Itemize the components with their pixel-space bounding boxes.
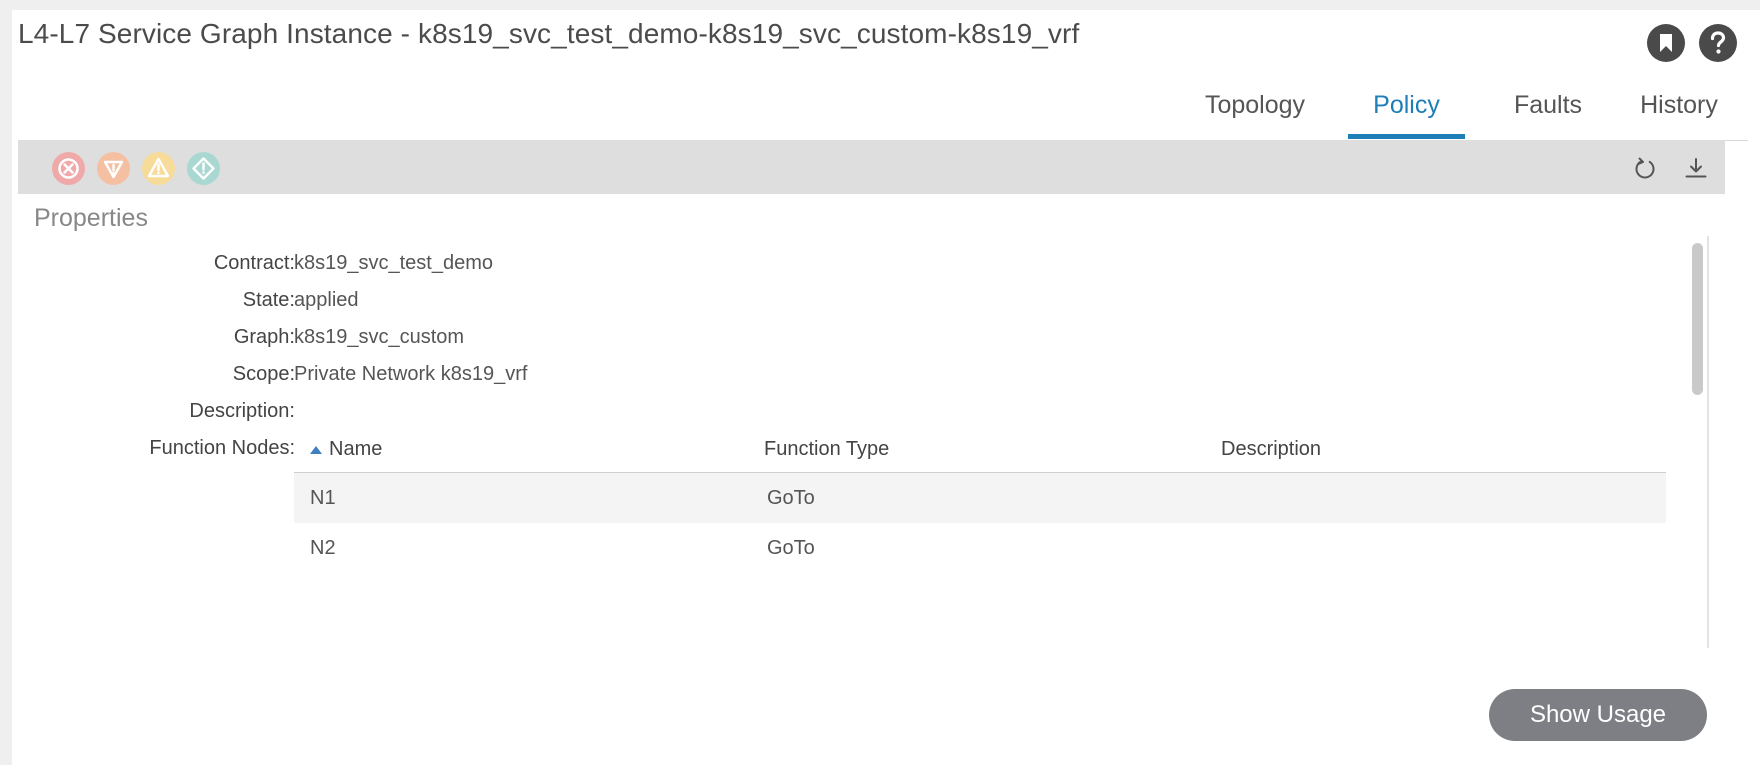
- table-header: Name Function Type Description: [294, 424, 1666, 473]
- column-header-name[interactable]: Name: [329, 438, 382, 461]
- table-row[interactable]: N1 GoTo: [294, 473, 1666, 523]
- sort-ascending-icon: [310, 446, 322, 454]
- cell-function-type: GoTo: [767, 487, 815, 509]
- column-header-description[interactable]: Description: [1221, 438, 1321, 461]
- critical-fault-icon[interactable]: [52, 152, 85, 185]
- description-label: Description:: [189, 400, 295, 422]
- tab-bar: Topology Policy Faults History: [0, 84, 1760, 142]
- download-icon: [1685, 158, 1707, 178]
- table-row[interactable]: N2 GoTo: [294, 523, 1666, 573]
- column-header-function-type[interactable]: Function Type: [764, 438, 889, 461]
- minor-fault-icon[interactable]: [142, 152, 175, 185]
- graph-label: Graph:: [233, 326, 295, 348]
- help-button[interactable]: [1699, 24, 1737, 62]
- state-value: applied: [294, 289, 359, 311]
- cell-function-type: GoTo: [767, 537, 815, 559]
- tab-history[interactable]: History: [1619, 84, 1739, 134]
- state-label: State:: [242, 289, 295, 311]
- show-usage-button[interactable]: Show Usage: [1489, 689, 1707, 741]
- download-button[interactable]: [1682, 154, 1710, 182]
- warning-fault-icon[interactable]: [187, 152, 220, 185]
- scope-label: Scope:: [232, 363, 295, 385]
- cell-name: N2: [310, 537, 336, 559]
- properties-section-title: Properties: [34, 204, 148, 232]
- cell-name: N1: [310, 487, 336, 509]
- tab-policy[interactable]: Policy: [1348, 84, 1465, 139]
- graph-value: k8s19_svc_custom: [294, 326, 465, 348]
- contract-value: k8s19_svc_test_demo: [294, 252, 494, 274]
- scrollbar-track: [1707, 236, 1709, 648]
- scrollbar-thumb[interactable]: [1692, 243, 1703, 395]
- major-fault-icon[interactable]: [97, 152, 130, 185]
- page-title: L4-L7 Service Graph Instance - k8s19_svc…: [18, 18, 1080, 49]
- help-icon: [1710, 31, 1726, 54]
- toolbar: [18, 140, 1725, 194]
- function-nodes-label: Function Nodes:: [149, 437, 295, 459]
- function-nodes-table: Name Function Type Description N1 GoTo N…: [294, 424, 1666, 573]
- bookmark-icon: [1660, 34, 1672, 52]
- bookmark-button[interactable]: [1647, 24, 1685, 62]
- contract-label: Contract:: [213, 252, 295, 274]
- refresh-button[interactable]: [1631, 154, 1659, 182]
- tab-faults[interactable]: Faults: [1492, 84, 1604, 134]
- tab-topology[interactable]: Topology: [1196, 84, 1314, 134]
- scope-value: Private Network k8s19_vrf: [294, 363, 528, 385]
- refresh-icon: [1635, 157, 1655, 179]
